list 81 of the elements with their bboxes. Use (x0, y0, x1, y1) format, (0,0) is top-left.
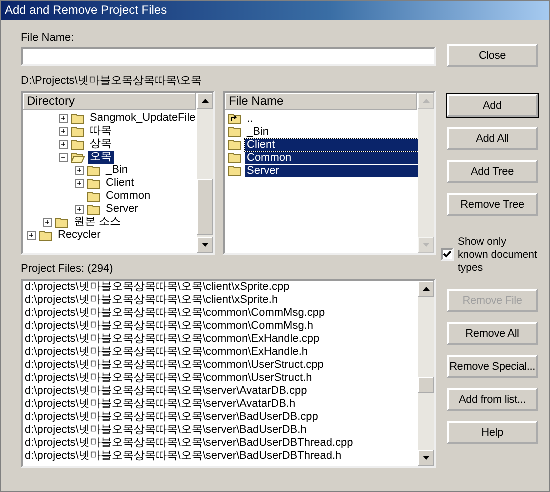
scrollbar[interactable] (418, 281, 434, 466)
tree-item[interactable]: Client (104, 177, 136, 190)
list-item[interactable]: d:\projects\넷마블오목상목따목\오목\common\ExHandle.h (25, 346, 418, 359)
list-item[interactable]: d:\projects\넷마블오목상목따목\오목\server\BadUserDB.cpp (25, 411, 418, 424)
scroll-thumb[interactable] (418, 377, 434, 393)
dialog-button[interactable]: Add (447, 94, 538, 117)
list-item[interactable]: d:\projects\넷마블오목상목따목\오목\server\AvatarDB.h (25, 398, 418, 411)
list-item[interactable]: .. (245, 112, 418, 124)
file-list[interactable]: File Name .. _Bin Client Common Server (223, 91, 436, 255)
tree-item[interactable]: 오목 (88, 151, 114, 164)
expand-icon[interactable] (59, 140, 68, 149)
expand-icon[interactable] (75, 205, 84, 214)
tree-item[interactable]: Sangmok_UpdateFile (88, 112, 197, 125)
folder-icon (228, 165, 242, 176)
list-item[interactable]: d:\projects\넷마블오목상목따목\오목\common\CommMsg.cpp (25, 307, 418, 320)
expand-icon[interactable] (59, 127, 68, 136)
up-arrow-icon[interactable] (202, 99, 208, 103)
down-arrow-icon[interactable] (422, 456, 430, 460)
scrollbar[interactable] (197, 93, 213, 253)
directory-tree[interactable]: Directory Sangmok_UpdateFile 따목 상목 오목 _Bin Client Common Server 원본 소스 Recycler (21, 91, 215, 255)
tree-item[interactable]: _Bin (104, 164, 130, 177)
dialog-button[interactable]: Remove Special... (447, 355, 538, 378)
tree-item[interactable]: Common (104, 190, 153, 203)
list-item[interactable]: _Bin (245, 126, 418, 138)
tree-item[interactable]: Server (104, 203, 140, 216)
tree-item[interactable]: 상목 (88, 138, 114, 151)
dialog-button[interactable]: Help (447, 421, 538, 444)
list-item[interactable]: d:\projects\넷마블오목상목따목\오목\server\BadUserDBThread.h (25, 450, 418, 463)
expand-icon[interactable] (59, 114, 68, 123)
list-item[interactable]: d:\projects\넷마블오목상목따목\오목\common\UserStruct.h (25, 372, 418, 385)
tree-item[interactable]: Recycler (56, 229, 103, 242)
folder-icon (71, 126, 85, 137)
folder-icon (71, 113, 85, 124)
folder-icon (228, 126, 242, 137)
list-item[interactable]: d:\projects\넷마블오목상목따목\오목\common\UserStruct.cpp (25, 359, 418, 372)
dialog-button[interactable]: Add Tree (447, 160, 538, 183)
folder-icon (55, 217, 69, 228)
folder-icon (87, 191, 101, 202)
dialog-button[interactable]: Close (447, 44, 538, 67)
expand-icon[interactable] (27, 231, 36, 240)
down-arrow-icon[interactable] (202, 243, 208, 247)
path-label: D:\Projects\넷마블오목상목따목\오목 (21, 74, 203, 88)
checkbox-label: Show only known document types (458, 236, 538, 275)
project-files-list[interactable] (21, 279, 436, 468)
list-item[interactable]: Common (245, 152, 418, 164)
checkbox[interactable] (441, 248, 454, 261)
dialog-button[interactable]: Remove Tree (447, 193, 538, 216)
tree-item[interactable]: 따목 (88, 125, 114, 138)
dialog-button[interactable]: Add from list... (447, 388, 538, 411)
folder-icon (71, 139, 85, 150)
dialog-button[interactable]: Add All (447, 127, 538, 150)
parent-folder-icon (228, 113, 242, 124)
collapse-icon[interactable] (59, 153, 68, 162)
tree-item[interactable]: 원본 소스 (72, 216, 124, 229)
list-item[interactable]: d:\projects\넷마블오목상목따목\오목\client\xSprite.cpp (25, 281, 418, 294)
list-label: Project Files: (294) (21, 263, 114, 276)
folder-icon (87, 204, 101, 215)
file-name-field[interactable] (21, 47, 436, 66)
folder-icon (228, 139, 242, 150)
list-item[interactable]: Client (245, 138, 418, 150)
column-header: Directory (23, 93, 196, 110)
folder-icon (228, 152, 242, 163)
list-item[interactable]: d:\projects\넷마블오목상목따목\오목\server\BadUserDB.h (25, 424, 418, 437)
window-title: Add and Remove Project Files (1, 1, 549, 20)
list-item[interactable]: d:\projects\넷마블오목상목따목\오목\server\AvatarDB.cpp (25, 385, 418, 398)
column-header: File Name (225, 93, 417, 110)
expand-icon[interactable] (43, 218, 52, 227)
expand-icon[interactable] (75, 179, 84, 188)
dialog-button[interactable]: Remove All (447, 322, 538, 345)
scroll-thumb[interactable] (197, 179, 213, 235)
list-item[interactable]: d:\projects\넷마블오목상목따목\오목\server\BadUserDBThread.cpp (25, 437, 418, 450)
list-item[interactable]: d:\projects\넷마블오목상목따목\오목\common\ExHandle.cpp (25, 333, 418, 346)
up-arrow-icon[interactable] (422, 287, 430, 291)
open-folder-icon (71, 152, 85, 163)
expand-icon[interactable] (75, 166, 84, 175)
field-label: File Name: (21, 32, 76, 45)
list-item[interactable]: d:\projects\넷마블오목상목따목\오목\client\xSprite.h (25, 294, 418, 307)
list-item[interactable]: Server (245, 164, 418, 176)
folder-icon (39, 230, 53, 241)
folder-icon (87, 178, 101, 189)
list-item[interactable]: d:\projects\넷마블오목상목따목\오목\common\CommMsg.h (25, 320, 418, 333)
